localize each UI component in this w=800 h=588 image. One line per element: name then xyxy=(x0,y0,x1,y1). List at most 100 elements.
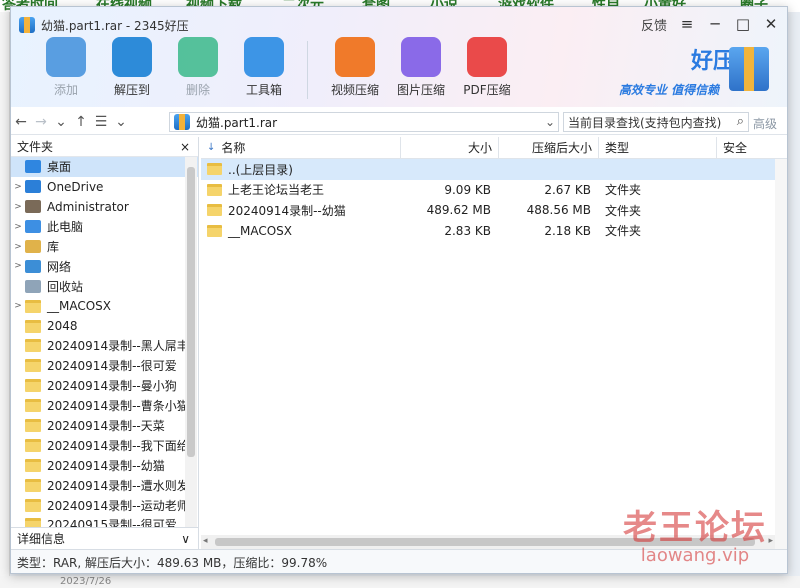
sidebar-item-label: __MACOSX xyxy=(47,299,112,314)
file-list-vertical-scrollbar[interactable] xyxy=(775,159,787,549)
toolbar-button-label: 视频压缩 xyxy=(330,83,379,97)
folder-tree-pane: 文件夹 × 桌面 > OneDrive > Administrator > 此电脑 > 库 > 网络… xyxy=(11,137,199,527)
sidebar-item[interactable]: > 库 xyxy=(11,237,198,257)
view-mode-chevron-icon[interactable]: ⌄ xyxy=(111,114,131,130)
sidebar-item[interactable]: 20240914录制--很可爱 xyxy=(11,356,198,376)
sidebar-item[interactable]: > OneDrive xyxy=(11,177,198,197)
sidebar-item-label: 20240914录制--黑人屌丰 xyxy=(47,339,189,354)
scrollbar-thumb[interactable] xyxy=(215,538,755,546)
video-compress-icon xyxy=(335,37,375,77)
sidebar-item[interactable]: 20240914录制--天菜 xyxy=(11,416,198,436)
sidebar-item[interactable]: > 此电脑 xyxy=(11,217,198,237)
file-list-rows: ..(上层目录) 上老王论坛当老王 9.09 KB 2.67 KB 文件夹 2024091… xyxy=(201,159,787,242)
status-bar: 类型：RAR, 解压后大小：489.63 MB，压缩比：99.78% xyxy=(11,549,787,573)
add-box-button[interactable]: 添加 xyxy=(33,37,99,98)
sidebar-item[interactable]: 20240914录制--遭水则发 xyxy=(11,475,198,495)
sidebar-item[interactable]: 20240914录制--幼猫 xyxy=(11,455,198,475)
up-arrow-icon[interactable]: ↑ xyxy=(71,114,91,130)
sort-down-icon: ↓ xyxy=(207,142,216,153)
feedback-link[interactable]: 反馈 xyxy=(637,15,671,34)
cloud-icon xyxy=(25,180,41,194)
cell-packed-size: 488.56 MB xyxy=(526,203,591,218)
video-compress-button[interactable]: 视频压缩 xyxy=(322,37,388,98)
forward-arrow-icon[interactable]: → xyxy=(31,114,51,130)
sidebar-item[interactable]: 20240914录制--我下面给 xyxy=(11,435,198,455)
path-dropdown-icon[interactable]: ⌄ xyxy=(541,112,559,132)
maximize-icon[interactable]: □ xyxy=(731,13,755,35)
pdf-compress-button[interactable]: PDF压缩 xyxy=(454,37,520,98)
detail-info-bar[interactable]: 详细信息 ∨ xyxy=(11,527,199,549)
expand-chevron-icon[interactable]: > xyxy=(11,261,25,271)
chevron-down-icon[interactable]: ∨ xyxy=(181,532,190,546)
sidebar-item[interactable]: 2048 xyxy=(11,316,198,336)
sidebar-item[interactable]: 20240915录制--很可爱 xyxy=(11,515,198,527)
sidebar-item-label: 20240914录制--幼猫 xyxy=(47,458,165,473)
expand-chevron-icon[interactable]: > xyxy=(11,301,25,311)
brand-slogan: 高效专业 值得信赖 xyxy=(619,83,720,97)
file-name: __MACOSX xyxy=(228,223,293,238)
folder-icon xyxy=(207,204,222,217)
toolbar-button-label: 删除 xyxy=(185,83,210,97)
expand-chevron-icon[interactable]: > xyxy=(11,242,25,252)
folder-pane-close-icon[interactable]: × xyxy=(180,140,190,154)
column-packed-size[interactable]: 压缩后大小 xyxy=(499,137,599,158)
expand-chevron-icon[interactable]: > xyxy=(11,182,25,192)
table-row[interactable]: 上老王论坛当老王 9.09 KB 2.67 KB 文件夹 xyxy=(201,180,787,201)
sidebar-item[interactable]: 回收站 xyxy=(11,276,198,296)
column-size[interactable]: 大小 xyxy=(401,137,499,158)
image-compress-icon xyxy=(401,37,441,77)
folder-tree-scrollbar[interactable] xyxy=(185,157,197,527)
file-name: 20240914录制--幼猫 xyxy=(228,203,346,218)
table-row[interactable]: __MACOSX 2.83 KB 2.18 KB 文件夹 xyxy=(201,221,787,242)
expand-chevron-icon[interactable]: > xyxy=(11,222,25,232)
menu-icon[interactable]: ≡ xyxy=(675,13,699,35)
path-text: 幼猫.part1.rar xyxy=(196,115,278,130)
cell-name: ..(上层目录) xyxy=(201,161,401,178)
scroll-right-icon[interactable]: ▸ xyxy=(768,536,773,546)
file-list-horizontal-scrollbar[interactable]: ◂ ▸ xyxy=(201,535,775,549)
expand-chevron-icon[interactable]: > xyxy=(11,202,25,212)
sidebar-item-label: 20240914录制--很可爱 xyxy=(47,359,177,374)
toolbox-button[interactable]: 工具箱 xyxy=(231,37,297,98)
advanced-search-link[interactable]: 高级 xyxy=(753,115,777,132)
cell-name: __MACOSX xyxy=(201,224,401,238)
search-icon[interactable]: ⌕ xyxy=(737,114,744,129)
folder-icon xyxy=(207,183,222,196)
sidebar-item-label: 20240914录制--运动老师 xyxy=(47,498,189,513)
library-icon xyxy=(25,240,41,253)
history-chevron-icon[interactable]: ⌄ xyxy=(51,114,71,130)
folder-icon xyxy=(25,339,41,353)
recycle-bin-button[interactable]: 删除 xyxy=(165,37,231,98)
sidebar-item[interactable]: > __MACOSX xyxy=(11,296,198,316)
sidebar-item[interactable]: > Administrator xyxy=(11,197,198,217)
folder-icon xyxy=(25,319,41,333)
computer-icon xyxy=(25,220,41,234)
extract-box-button[interactable]: 解压到 xyxy=(99,37,165,98)
column-security[interactable]: 安全 xyxy=(717,137,775,158)
image-compress-button[interactable]: 图片压缩 xyxy=(388,37,454,98)
scroll-left-icon[interactable]: ◂ xyxy=(203,536,208,546)
cell-size: 489.62 MB xyxy=(426,203,491,218)
sidebar-item[interactable]: 20240914录制--黑人屌丰 xyxy=(11,336,198,356)
close-icon[interactable]: ✕ xyxy=(759,13,783,35)
sidebar-item[interactable]: 20240914录制--曼小狗 xyxy=(11,376,198,396)
folder-icon xyxy=(25,498,41,512)
minimize-icon[interactable]: ─ xyxy=(703,13,727,35)
back-arrow-icon[interactable]: ← xyxy=(11,114,31,130)
path-field[interactable]: 幼猫.part1.rar xyxy=(169,112,559,132)
column-type[interactable]: 类型 xyxy=(599,137,717,158)
address-bar: ← → ⌄ ↑ ☰ ⌄ 幼猫.part1.rar ⌄ 当前目录查找(支持包内查找… xyxy=(11,109,787,135)
sidebar-item[interactable]: 20240914录制--曹条小猫 xyxy=(11,396,198,416)
scrollbar-thumb[interactable] xyxy=(187,167,195,457)
sidebar-item[interactable]: > 网络 xyxy=(11,256,198,276)
folder-icon xyxy=(207,163,222,176)
sidebar-item-label: Administrator xyxy=(47,199,129,214)
search-input[interactable]: 当前目录查找(支持包内查找) ⌕ xyxy=(563,112,749,132)
sidebar-item[interactable]: 20240914录制--运动老师 xyxy=(11,495,198,515)
table-row[interactable]: 20240914录制--幼猫 489.62 MB 488.56 MB 文件夹 xyxy=(201,200,787,221)
view-mode-icon[interactable]: ☰ xyxy=(91,114,111,130)
folder-icon xyxy=(25,359,41,373)
column-name[interactable]: ↓ 名称 xyxy=(201,137,401,158)
table-row[interactable]: ..(上层目录) xyxy=(201,159,787,180)
sidebar-item[interactable]: 桌面 xyxy=(11,157,198,177)
